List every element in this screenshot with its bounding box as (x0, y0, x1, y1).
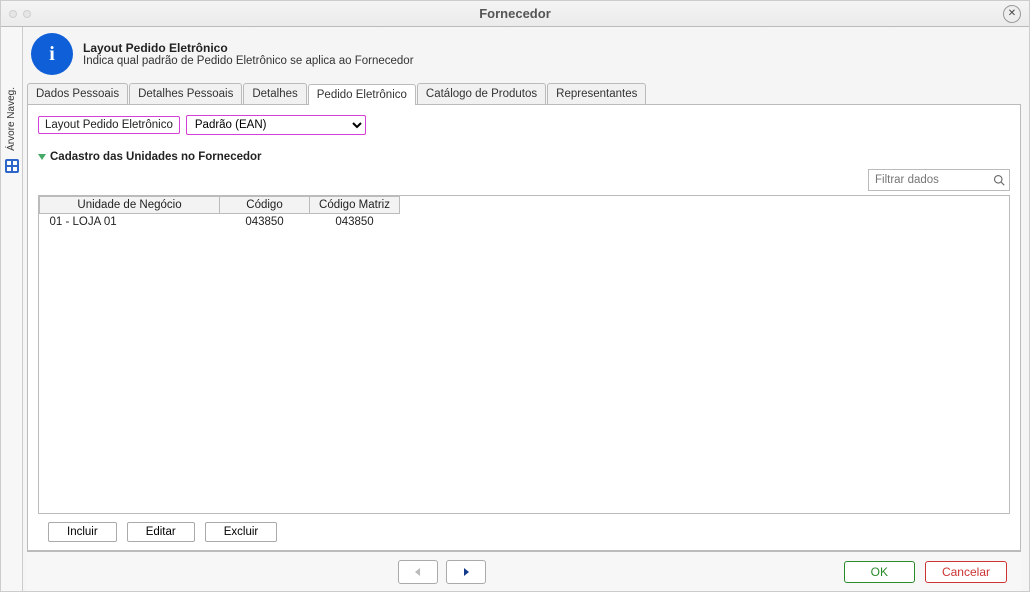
section-header[interactable]: Cadastro das Unidades no Fornecedor (38, 151, 1010, 163)
window-dot (23, 10, 31, 18)
window-traffic-lights (9, 10, 31, 18)
filter-input[interactable] (869, 174, 989, 186)
info-icon: i (31, 33, 73, 75)
tab-representantes[interactable]: Representantes (547, 83, 646, 104)
col-codigo-matriz[interactable]: Código Matriz (310, 197, 400, 214)
collapse-icon (38, 154, 46, 160)
dialog-window: Fornecedor ✕ Árvore Naveg. i Layout Pedi… (0, 0, 1030, 592)
tab-detalhes-pessoais[interactable]: Detalhes Pessoais (129, 83, 242, 104)
cancel-button[interactable]: Cancelar (925, 561, 1007, 583)
tab-bar: Dados Pessoais Detalhes Pessoais Detalhe… (27, 83, 1021, 105)
titlebar: Fornecedor ✕ (1, 1, 1029, 27)
window-title: Fornecedor (479, 6, 551, 21)
close-icon[interactable]: ✕ (1003, 5, 1021, 23)
tab-panel: Layout Pedido Eletrônico Padrão (EAN) Ca… (27, 105, 1021, 551)
info-title: Layout Pedido Eletrônico (83, 41, 414, 55)
table-row[interactable]: 01 - LOJA 01 043850 043850 (40, 214, 400, 231)
tab-catalogo-produtos[interactable]: Catálogo de Produtos (417, 83, 546, 104)
window-dot (9, 10, 17, 18)
tree-icon[interactable] (5, 159, 19, 173)
units-table: Unidade de Negócio Código Código Matriz … (38, 195, 1010, 514)
edit-button[interactable]: Editar (127, 522, 195, 542)
grid-button-row: Incluir Editar Excluir (48, 522, 1010, 542)
cell-codigo-matriz: 043850 (310, 214, 400, 231)
sidebar-tree-label[interactable]: Árvore Naveg. (6, 87, 17, 151)
layout-field-row: Layout Pedido Eletrônico Padrão (EAN) (38, 115, 1010, 135)
sidebar: Árvore Naveg. (1, 27, 23, 591)
info-header: i Layout Pedido Eletrônico Indica qual p… (27, 31, 1021, 83)
delete-button[interactable]: Excluir (205, 522, 278, 542)
col-codigo[interactable]: Código (220, 197, 310, 214)
section-title: Cadastro das Unidades no Fornecedor (50, 151, 262, 163)
filter-box (868, 169, 1010, 191)
arrow-left-icon (413, 567, 423, 577)
cell-unidade: 01 - LOJA 01 (40, 214, 220, 231)
arrow-right-icon (461, 567, 471, 577)
info-subtitle: Indica qual padrão de Pedido Eletrônico … (83, 55, 414, 67)
dialog-footer: OK Cancelar (27, 551, 1021, 591)
next-button[interactable] (446, 560, 486, 584)
layout-field-label: Layout Pedido Eletrônico (38, 116, 180, 134)
tab-detalhes[interactable]: Detalhes (243, 83, 306, 104)
tab-dados-pessoais[interactable]: Dados Pessoais (27, 83, 128, 104)
prev-button[interactable] (398, 560, 438, 584)
search-icon[interactable] (989, 174, 1009, 186)
layout-select[interactable]: Padrão (EAN) (186, 115, 366, 135)
col-unidade[interactable]: Unidade de Negócio (40, 197, 220, 214)
cell-codigo: 043850 (220, 214, 310, 231)
tab-pedido-eletronico[interactable]: Pedido Eletrônico (308, 84, 416, 105)
ok-button[interactable]: OK (844, 561, 915, 583)
include-button[interactable]: Incluir (48, 522, 117, 542)
